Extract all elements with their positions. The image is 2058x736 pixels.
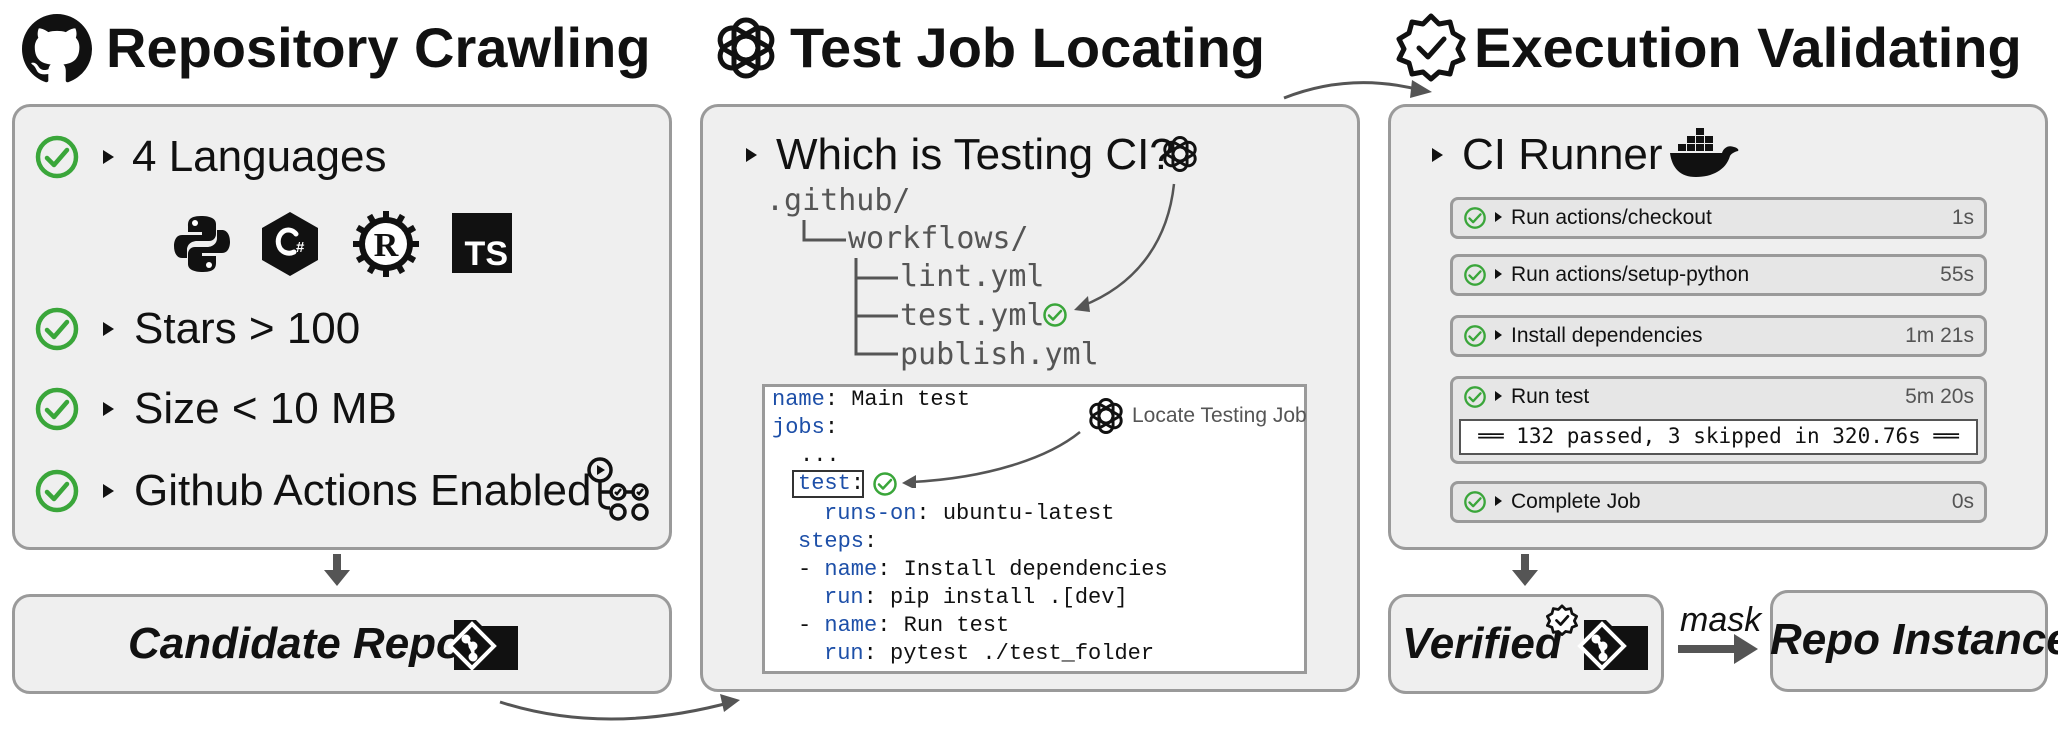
ci-step-time: 1m 21s <box>1905 324 1974 347</box>
down-arrow <box>1512 554 1538 586</box>
check-circle-icon <box>35 387 79 431</box>
code-line-5: runs-on: ubuntu-latest <box>824 501 1115 526</box>
section-title-validating: Execution Validating <box>1474 16 2022 79</box>
bullet-triangle <box>103 484 114 498</box>
section-title-crawling: Repository Crawling <box>106 16 651 79</box>
expand-triangle-icon <box>1495 212 1502 222</box>
check-circle-icon <box>35 135 79 179</box>
check-circle-icon <box>35 307 79 351</box>
code-line-6: steps: <box>798 529 878 554</box>
flow-arrow <box>902 431 1081 488</box>
check-circle-icon <box>35 469 79 513</box>
tree-publish-file: publish.yml <box>900 337 1099 372</box>
expand-triangle-icon <box>1495 269 1502 279</box>
candidate-repos-label: Candidate Repos <box>128 619 488 668</box>
git-folder-icon <box>1577 620 1648 671</box>
code-line-7: - name: Install dependencies <box>798 557 1168 582</box>
python-logo-icon <box>174 216 230 272</box>
csharp-logo-icon: # <box>262 212 318 276</box>
criterion-size: Size < 10 MB <box>134 384 397 433</box>
criterion-languages: 4 Languages <box>132 132 387 181</box>
bullet-triangle <box>103 402 114 416</box>
question-label: Which is Testing CI? <box>776 130 1174 179</box>
git-folder-icon <box>447 620 518 671</box>
ci-step-time: 55s <box>1940 263 1974 286</box>
ci-step-label: Run actions/checkout <box>1511 206 1712 229</box>
verified-label: Verified <box>1402 619 1562 668</box>
ci-step[interactable]: Complete Job 0s <box>1450 481 1987 523</box>
code-line-2: jobs: <box>772 415 839 440</box>
ci-step-time: 5m 20s <box>1905 385 1974 408</box>
ci-runner-label: CI Runner <box>1462 130 1663 179</box>
tree-lint-file: lint.yml <box>900 259 1045 294</box>
ci-step-time: 0s <box>1951 490 1974 513</box>
ci-step[interactable]: Run actions/setup-python 55s <box>1450 254 1987 296</box>
ci-step[interactable]: Install dependencies 1m 21s <box>1450 315 1987 357</box>
code-line-8: run: pip install .[dev] <box>824 585 1128 610</box>
openai-icon <box>1163 136 1197 172</box>
check-circle-icon <box>1464 491 1486 513</box>
rust-logo-icon: R <box>353 211 419 277</box>
check-circle-icon <box>1043 303 1067 327</box>
expand-triangle-icon <box>1495 496 1502 506</box>
flow-arrow <box>499 694 740 721</box>
tree-lines <box>802 220 898 356</box>
ci-step-label: Run actions/setup-python <box>1511 263 1750 286</box>
criterion-actions: Github Actions Enabled <box>134 466 592 515</box>
svg-text:R: R <box>374 227 399 264</box>
test-output-box: ══ 132 passed, 3 skipped in 320.76s ══ <box>1459 419 1978 455</box>
expand-triangle-icon <box>1495 391 1502 401</box>
bullet-triangle <box>103 150 114 164</box>
repo-instance-label: Repo Instance <box>1770 615 2058 664</box>
code-line-10: run: pytest ./test_folder <box>824 641 1155 666</box>
check-circle-icon <box>1464 264 1486 286</box>
svg-text:#: # <box>296 239 305 256</box>
openai-icon <box>1089 398 1123 434</box>
docker-icon <box>1670 128 1739 177</box>
code-line-9: - name: Run test <box>798 613 1010 638</box>
github-actions-icon <box>587 457 649 521</box>
bullet-triangle <box>746 148 757 162</box>
code-line-1: name: Main test <box>772 387 971 412</box>
tree-test-file: test.yml <box>900 298 1045 333</box>
check-circle-icon <box>873 472 897 496</box>
test-output-text: ══ 132 passed, 3 skipped in 320.76s ══ <box>1478 424 1959 448</box>
typescript-logo-icon: TS <box>452 213 512 273</box>
ci-step-label: Run test <box>1511 385 1590 408</box>
code-line-3: ... <box>800 443 840 468</box>
flow-arrow <box>1283 80 1432 100</box>
typescript-logo-text: TS <box>464 235 508 273</box>
code-line-4: test: <box>798 471 865 496</box>
locate-testing-job-label: Locate Testing Job <box>1132 404 1307 427</box>
check-circle-icon <box>1464 207 1486 229</box>
bullet-triangle <box>1432 148 1443 162</box>
tree-github-dir: .github/ <box>766 183 911 218</box>
ci-step-label: Install dependencies <box>1511 324 1703 347</box>
right-arrow <box>1678 634 1758 664</box>
verified-badge-icon <box>1546 604 1578 636</box>
flow-arrow <box>1074 183 1176 312</box>
openai-icon <box>717 17 775 79</box>
check-circle-icon <box>1464 386 1486 408</box>
ci-step-time: 1s <box>1951 206 1974 229</box>
bullet-triangle <box>103 322 114 336</box>
ci-step[interactable]: Run actions/checkout 1s <box>1450 197 1987 239</box>
ci-step-label: Complete Job <box>1511 490 1641 513</box>
criterion-stars: Stars > 100 <box>134 304 361 353</box>
check-circle-icon <box>1464 325 1486 347</box>
down-arrow <box>324 554 350 586</box>
expand-triangle-icon <box>1495 330 1502 340</box>
section-title-locating: Test Job Locating <box>790 16 1265 79</box>
github-icon <box>22 14 92 83</box>
ci-step-run-test[interactable]: Run test 5m 20s ══ 132 passed, 3 skipped… <box>1450 376 1987 464</box>
